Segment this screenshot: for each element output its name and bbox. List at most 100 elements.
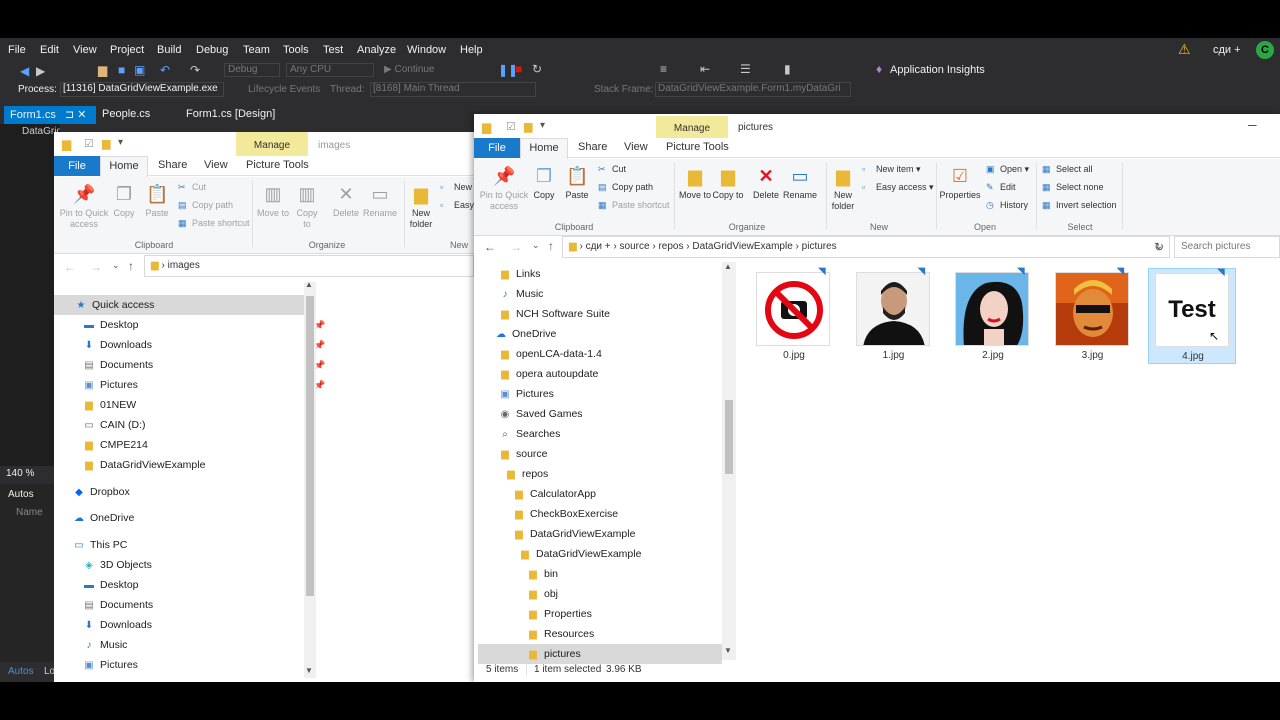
nav-item-dropbox[interactable]: ◆ Dropbox — [72, 482, 304, 502]
breadcrumb-repos[interactable]: repos — [658, 241, 683, 252]
paste-shortcut-button[interactable]: ▦ Paste shortcut — [178, 218, 250, 229]
pin-to-quick-access-button[interactable]: 📌 Pin to Quick access — [56, 183, 112, 230]
menu-edit[interactable]: Edit — [40, 44, 59, 56]
tab-autos[interactable]: Autos — [8, 666, 34, 677]
warning-icon[interactable]: ⚠ — [1178, 41, 1191, 58]
lifecycle-events[interactable]: Lifecycle Events — [248, 84, 320, 95]
tab-home[interactable]: Home — [100, 156, 148, 177]
tab-file[interactable]: File — [474, 138, 520, 158]
paste-shortcut-button[interactable]: ▦ Paste shortcut — [598, 200, 670, 211]
manage-contextual-tab[interactable]: Manage — [656, 116, 728, 140]
nav-item-cmpe214[interactable]: ▆ CMPE214 — [82, 435, 304, 455]
thread-select[interactable]: [8168] Main Thread — [370, 82, 536, 97]
copy-button[interactable]: ❐ Copy — [110, 183, 138, 219]
breadcrumb-datagridviewexample[interactable]: DataGridViewExample — [692, 241, 792, 252]
stop-icon[interactable]: ■ — [515, 62, 522, 76]
configuration-select[interactable]: Debug — [224, 63, 280, 77]
new-folder-icon[interactable]: ▆ — [102, 137, 110, 150]
nav-item-repos[interactable]: ▆ repos — [504, 464, 722, 484]
menu-test[interactable]: Test — [323, 44, 343, 56]
user-avatar[interactable]: C — [1256, 41, 1274, 59]
process-select[interactable]: [11316] DataGridViewExample.exe — [60, 82, 224, 97]
chevron-down-icon[interactable]: ▾ — [118, 137, 123, 148]
up-icon[interactable]: ↑ — [548, 239, 554, 253]
nav-item-this-pc[interactable]: ▭ This PC — [72, 535, 304, 555]
tab-share[interactable]: Share — [158, 159, 187, 171]
tab-form1-cs[interactable]: Form1.cs ⊐ ✕ — [4, 106, 96, 124]
history-button[interactable]: ◷ History — [986, 200, 1028, 211]
nav-item-nch-software-suite[interactable]: ▆ NCH Software Suite — [498, 304, 722, 324]
scrollbar-thumb[interactable] — [725, 400, 733, 474]
nav-item-opera-autoupdate[interactable]: ▆ opera autoupdate — [498, 364, 722, 384]
paste-button[interactable]: 📋 Paste — [142, 183, 172, 219]
scroll-down-icon[interactable]: ▼ — [305, 666, 313, 675]
tab-share[interactable]: Share — [578, 141, 607, 153]
nav-item-music[interactable]: ♪ Music — [498, 284, 722, 304]
forward-icon[interactable]: ▶ — [36, 64, 45, 78]
continue-button[interactable]: ▶ Continue — [384, 64, 435, 75]
cut-button[interactable]: ✂ Cut — [598, 164, 626, 175]
nav-scrollbar[interactable]: ▲ ▼ — [304, 280, 316, 678]
forward-icon[interactable]: → — [510, 240, 522, 254]
nav-item-searches[interactable]: ⌕ Searches — [498, 424, 722, 444]
scroll-up-icon[interactable]: ▲ — [305, 280, 313, 289]
nav-item-saved-games[interactable]: ◉ Saved Games — [498, 404, 722, 424]
copy-path-button[interactable]: ▤ Copy path — [178, 200, 233, 211]
new-folder-button[interactable]: ▆ New folder — [828, 165, 858, 212]
nav-item-source[interactable]: ▆ source — [498, 444, 722, 464]
copy-to-button[interactable]: ▥ Copy to — [292, 183, 322, 230]
nav-item-downloads[interactable]: ⬇ Downloads 📌 — [82, 335, 325, 355]
menu-debug[interactable]: Debug — [196, 44, 228, 56]
chevron-down-icon[interactable]: ▾ — [540, 120, 545, 131]
move-to-button[interactable]: ▆ Move to — [678, 165, 712, 201]
breadcrumb-source[interactable]: source — [620, 241, 650, 252]
nav-item-links[interactable]: ▆ Links — [498, 264, 722, 284]
file-item[interactable]: ◥ 0.jpg — [750, 266, 838, 364]
cut-button[interactable]: ✂ Cut — [178, 182, 206, 193]
properties-icon[interactable]: ☑ — [506, 120, 516, 133]
tab-file[interactable]: File — [54, 156, 100, 176]
nav-item-3d-objects[interactable]: ◈ 3D Objects — [82, 555, 304, 575]
properties-icon[interactable]: ☑ — [84, 137, 94, 150]
nav-item-desktop[interactable]: ▬ Desktop 📌 — [82, 315, 325, 335]
copy-button[interactable]: ❐ Copy — [530, 165, 558, 201]
refresh-icon[interactable]: ↻ — [1154, 240, 1164, 254]
rename-button[interactable]: ▭ Rename — [782, 165, 818, 201]
select-none-button[interactable]: ▦ Select none — [1042, 182, 1104, 193]
recent-locations-icon[interactable]: ⌄ — [112, 260, 120, 271]
menu-window[interactable]: Window — [407, 44, 446, 56]
back-icon[interactable]: ◀ — [20, 64, 29, 78]
file-item[interactable]: ◥ 1.jpg — [850, 266, 938, 364]
pin-icon[interactable]: ⊐ — [65, 109, 74, 121]
address-bar[interactable]: ▆ › images — [144, 255, 474, 277]
file-item[interactable]: ◥ 2.jpg — [949, 266, 1037, 364]
menu-team[interactable]: Team — [243, 44, 270, 56]
nav-item-calculatorapp[interactable]: ▆ CalculatorApp — [512, 484, 722, 504]
nav-item-onedrive[interactable]: ☁ OneDrive — [72, 508, 304, 528]
open-file-icon[interactable]: ▆ — [98, 63, 107, 77]
close-icon[interactable]: ✕ — [77, 109, 86, 121]
nav-item-music[interactable]: ♪ Music — [82, 635, 304, 655]
menu-tools[interactable]: Tools — [283, 44, 309, 56]
toolbar-icon[interactable]: ≡ — [660, 62, 667, 76]
back-icon[interactable]: ← — [484, 240, 496, 254]
zoom-level[interactable]: 140 % — [6, 466, 54, 482]
breadcrumb-pictures[interactable]: pictures — [802, 241, 837, 252]
nav-item-downloads[interactable]: ⬇ Downloads — [82, 615, 304, 635]
forward-icon[interactable]: → — [90, 260, 102, 274]
open-button[interactable]: ▣ Open ▾ — [986, 164, 1029, 175]
scrollbar-thumb[interactable] — [306, 296, 314, 596]
recent-locations-icon[interactable]: ⌄ — [532, 240, 540, 251]
tab-picture-tools[interactable]: Picture Tools — [246, 159, 309, 171]
file-item[interactable]: Test ◥ 4.jpg ↖ — [1148, 267, 1236, 364]
nav-item-properties[interactable]: ▆ Properties — [526, 604, 722, 624]
nav-item-datagridviewexample[interactable]: ▆ DataGridViewExample — [518, 544, 722, 564]
invert-selection-button[interactable]: ▦ Invert selection — [1042, 200, 1117, 211]
menu-project[interactable]: Project — [110, 44, 144, 56]
properties-button[interactable]: ☑ Properties — [938, 165, 982, 201]
nav-item-datagridviewexample[interactable]: ▆ DataGridViewExample — [512, 524, 722, 544]
easy-access-button[interactable]: ▫ Easy access ▾ — [862, 182, 934, 193]
address-bar[interactable]: ▆ › сди + › source › repos › DataGridVie… — [562, 236, 1170, 258]
tab-view[interactable]: View — [204, 159, 228, 171]
nav-item-pictures[interactable]: ▣ Pictures — [498, 384, 722, 404]
